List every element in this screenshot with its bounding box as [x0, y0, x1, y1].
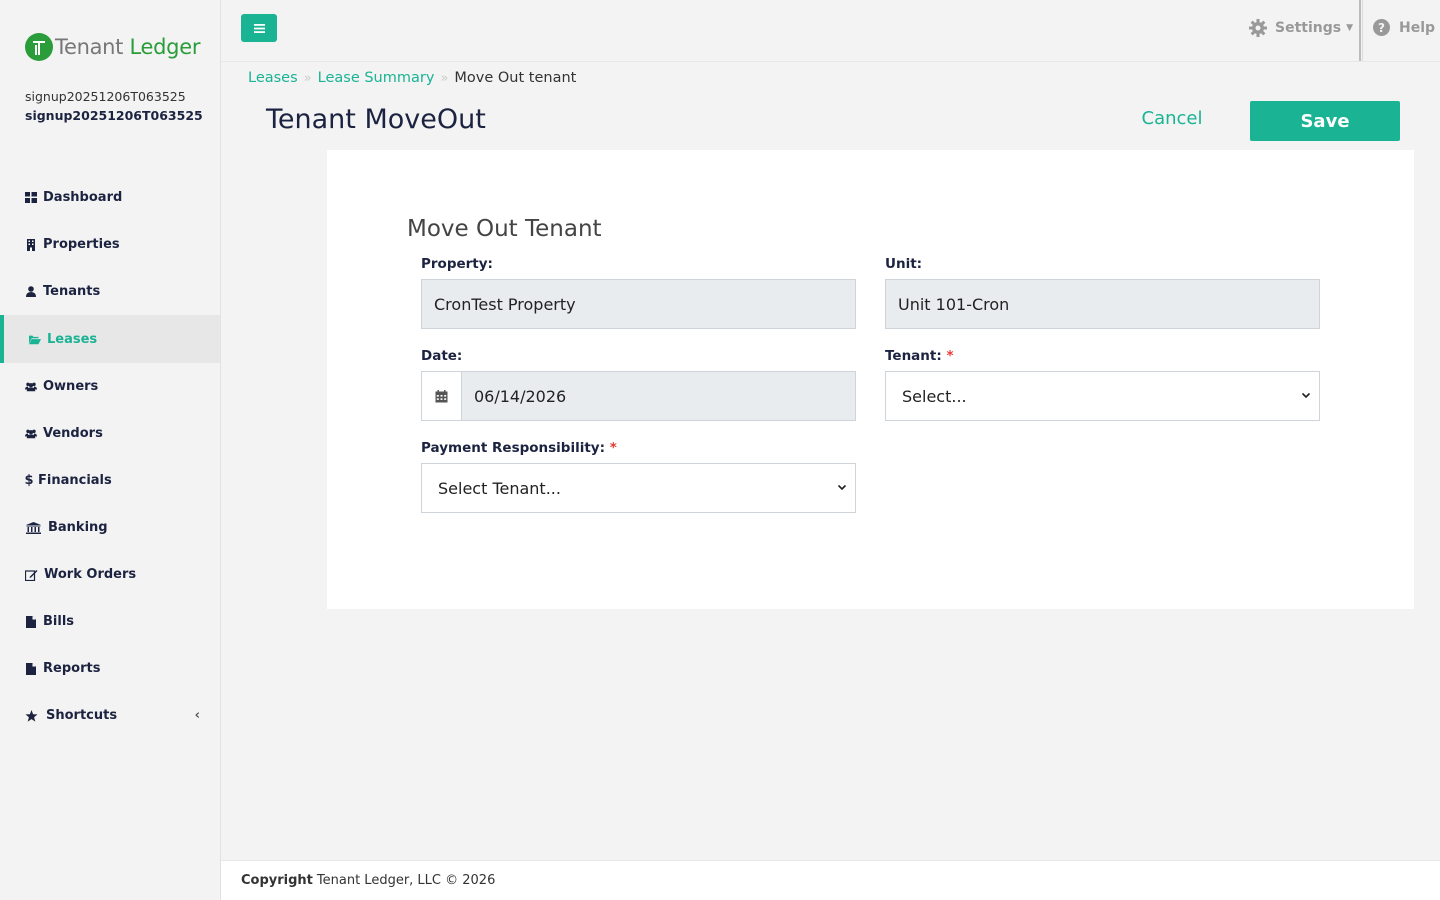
date-field[interactable]: 06/14/2026 — [461, 371, 856, 421]
gear-icon — [1249, 19, 1267, 37]
copyright-label: Copyright — [241, 873, 313, 888]
sidebar-item-shortcuts[interactable]: Shortcuts ‹ — [0, 692, 220, 739]
sidebar-item-banking[interactable]: Banking — [0, 504, 220, 551]
sidebar-item-label: Reports — [43, 661, 101, 676]
question-circle-icon: ? — [1373, 19, 1390, 36]
sidebar-item-vendors[interactable]: Vendors — [0, 410, 220, 457]
tenant-select[interactable]: Select... — [885, 371, 1320, 421]
payment-select-value: Select Tenant... — [438, 478, 561, 498]
hamburger-icon — [253, 23, 265, 33]
settings-label: Settings — [1275, 20, 1342, 36]
property-label: Property: — [421, 256, 493, 272]
payment-responsibility-label: Payment Responsibility: * — [421, 440, 617, 456]
users-icon — [25, 428, 37, 440]
sidebar-item-properties[interactable]: Properties — [0, 221, 220, 268]
sidebar-item-label: Leases — [47, 331, 98, 347]
logo-text-tenant: Tenant — [55, 35, 124, 59]
sidebar-item-label: Tenants — [43, 284, 101, 299]
sidebar-item-reports[interactable]: Reports — [0, 645, 220, 692]
calendar-button[interactable] — [421, 371, 462, 421]
caret-down-icon: ▼ — [1346, 23, 1354, 33]
top-bar: Settings ▼ ? Help — [221, 0, 1440, 62]
help-label: Help — [1399, 19, 1436, 36]
required-marker: * — [946, 348, 954, 364]
sidebar-item-label: Work Orders — [44, 567, 137, 582]
users-icon — [25, 381, 37, 393]
folder-open-icon — [29, 333, 41, 345]
property-field[interactable]: CronTest Property — [421, 279, 856, 329]
breadcrumb-separator-icon: » — [303, 70, 312, 86]
breadcrumb-leases[interactable]: Leases — [248, 70, 298, 86]
user-subtitle: signup20251206T063525 — [25, 89, 186, 104]
building-icon — [25, 238, 37, 251]
sidebar-item-tenants[interactable]: Tenants — [0, 268, 220, 315]
topbar-divider — [1359, 0, 1363, 61]
breadcrumb-lease-summary[interactable]: Lease Summary — [318, 70, 435, 86]
payment-responsibility-select[interactable]: Select Tenant... — [421, 463, 856, 513]
cancel-button[interactable]: Cancel — [1130, 108, 1214, 129]
tenant-label: Tenant: * — [885, 348, 954, 364]
sidebar-item-label: Properties — [43, 237, 120, 252]
sidebar-item-owners[interactable]: Owners — [0, 363, 220, 410]
settings-dropdown[interactable]: Settings ▼ — [1249, 19, 1353, 37]
required-marker: * — [609, 440, 617, 456]
sidebar-item-label: Banking — [48, 520, 108, 535]
star-icon — [25, 709, 38, 722]
chevron-left-icon[interactable]: ‹ — [195, 708, 200, 723]
sidebar-item-label: Vendors — [43, 426, 103, 441]
dashboard-icon — [25, 192, 37, 204]
save-button[interactable]: Save — [1250, 101, 1400, 141]
sidebar-item-label: Bills — [43, 614, 75, 629]
sidebar-nav: Dashboard Properties Tenants Leases Owne… — [0, 174, 220, 739]
calendar-icon — [435, 389, 448, 402]
svg-text:?: ? — [1378, 21, 1385, 35]
page-title: Tenant MoveOut — [266, 104, 486, 135]
unit-field[interactable]: Unit 101-Cron — [885, 279, 1320, 329]
user-name: signup20251206T063525 — [25, 108, 203, 123]
sidebar-item-label: Shortcuts — [46, 708, 118, 723]
sidebar-item-bills[interactable]: Bills — [0, 598, 220, 645]
sidebar-item-label: Dashboard — [43, 190, 123, 205]
move-out-form-card: Move Out Tenant Property: CronTest Prope… — [327, 150, 1414, 609]
dollar-icon: $ — [24, 473, 34, 488]
logo-text-ledger: Ledger — [129, 35, 201, 59]
sidebar-item-label: Financials — [38, 473, 112, 488]
edit-icon — [25, 569, 38, 581]
sidebar-item-dashboard[interactable]: Dashboard — [0, 174, 220, 221]
logo-icon — [25, 33, 53, 61]
app-logo[interactable]: Tenant Ledger — [25, 33, 200, 61]
file-icon — [25, 662, 37, 675]
chevron-down-icon — [1301, 392, 1311, 399]
date-label: Date: — [421, 348, 463, 364]
sidebar-item-label: Owners — [43, 379, 99, 394]
menu-toggle-button[interactable] — [241, 14, 277, 42]
breadcrumb-separator-icon: » — [440, 70, 449, 86]
sidebar-item-work-orders[interactable]: Work Orders — [0, 551, 220, 598]
footer: Copyright Tenant Ledger, LLC © 2026 — [221, 860, 1440, 900]
breadcrumb: Leases » Lease Summary » Move Out tenant — [248, 70, 576, 86]
chevron-down-icon — [837, 484, 847, 491]
unit-label: Unit: — [885, 256, 923, 272]
form-title: Move Out Tenant — [407, 216, 602, 242]
sidebar: Tenant Ledger signup20251206T063525 sign… — [0, 0, 221, 900]
copyright-text: Tenant Ledger, LLC © 2026 — [316, 873, 496, 888]
bank-icon — [25, 521, 41, 534]
help-link[interactable]: ? Help — [1373, 19, 1435, 36]
tenant-select-value: Select... — [902, 386, 967, 406]
sidebar-item-leases[interactable]: Leases — [0, 315, 220, 363]
breadcrumb-current: Move Out tenant — [454, 70, 577, 86]
sidebar-item-financials[interactable]: $ Financials — [0, 457, 220, 504]
file-icon — [25, 615, 37, 628]
user-icon — [25, 286, 37, 298]
